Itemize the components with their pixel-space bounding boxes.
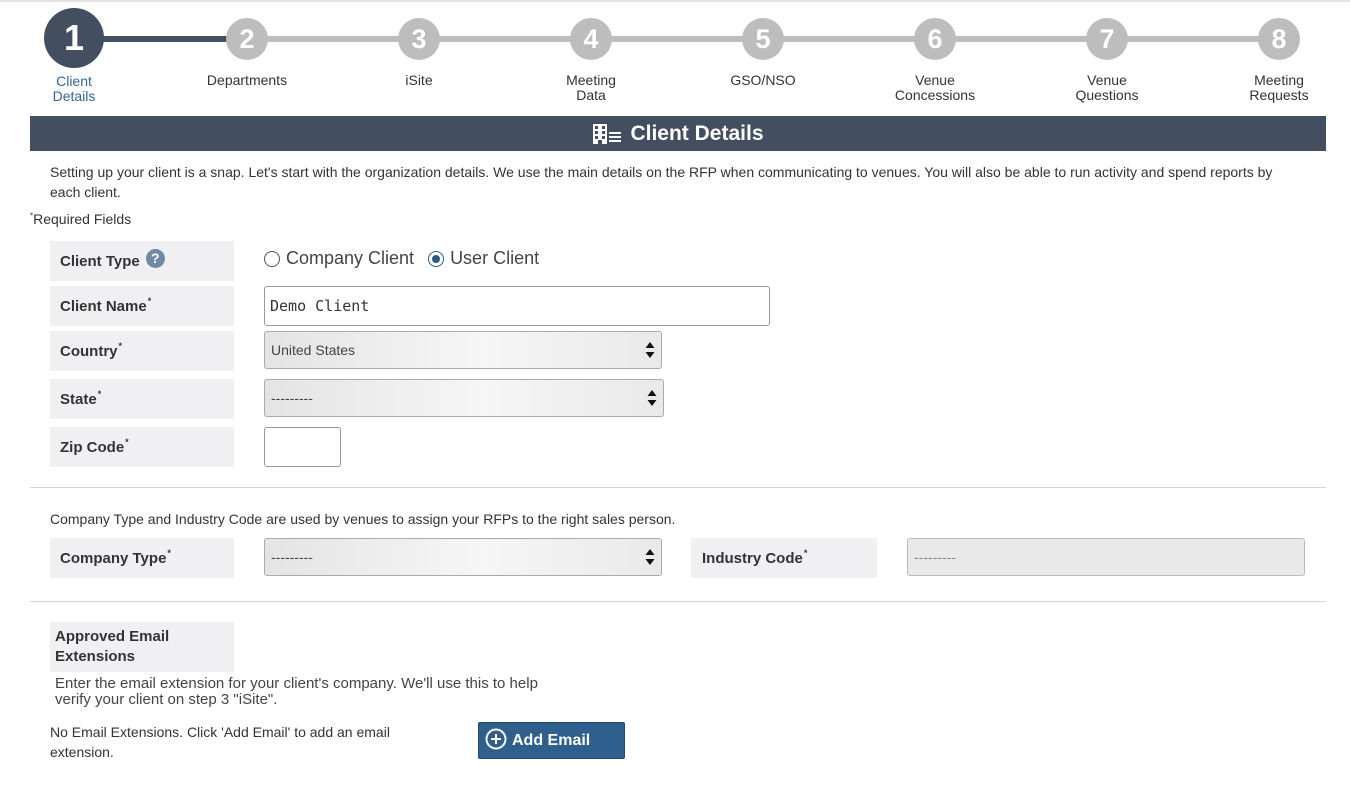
radio-user-client[interactable]: User Client bbox=[428, 248, 539, 269]
client-type-label: Client Type ? bbox=[50, 241, 234, 281]
email-extension-help-text: Enter the email extension for your clien… bbox=[55, 675, 538, 708]
divider bbox=[30, 487, 1326, 488]
section-header: Client Details bbox=[30, 116, 1326, 151]
step-number: 7 bbox=[1086, 18, 1128, 60]
step-number: 1 bbox=[44, 8, 104, 68]
client-name-input[interactable]: Demo Client bbox=[264, 286, 770, 326]
step-venue-questions[interactable]: 7 Venue Questions bbox=[1037, 0, 1177, 103]
step-departments[interactable]: 2 Departments bbox=[177, 0, 317, 88]
step-number: 2 bbox=[226, 18, 268, 60]
country-select[interactable]: United States bbox=[264, 331, 662, 369]
plus-circle-icon bbox=[485, 728, 507, 749]
client-name-label: Client Name * bbox=[50, 286, 234, 326]
step-label: Client Details bbox=[52, 73, 96, 104]
radio-circle[interactable] bbox=[264, 250, 280, 267]
company-type-select[interactable]: --------- bbox=[264, 538, 662, 576]
country-label: Country * bbox=[50, 331, 234, 371]
state-select[interactable]: --------- bbox=[264, 379, 664, 417]
zip-code-input[interactable] bbox=[264, 427, 341, 467]
industry-code-input: --------- bbox=[907, 538, 1305, 576]
no-email-extensions-text: No Email Extensions. Click 'Add Email' t… bbox=[50, 724, 390, 760]
add-email-button[interactable]: Add Email bbox=[478, 722, 625, 759]
step-label: iSite bbox=[405, 72, 433, 88]
intro-text: Setting up your client is a snap. Let's … bbox=[50, 164, 1273, 200]
step-meeting-data[interactable]: 4 Meeting Data bbox=[521, 0, 661, 103]
zip-code-label: Zip Code * bbox=[50, 427, 234, 467]
building-list-icon bbox=[592, 123, 622, 145]
section-title: Client Details bbox=[630, 121, 764, 145]
help-icon[interactable]: ? bbox=[145, 248, 165, 268]
company-section-note: Company Type and Industry Code are used … bbox=[50, 511, 676, 527]
required-fields-note: *Required Fields bbox=[30, 211, 132, 227]
select-arrows-icon bbox=[647, 390, 657, 406]
step-isite[interactable]: 3 iSite bbox=[349, 0, 489, 88]
step-label: Meeting Data bbox=[566, 72, 616, 103]
radio-company-client[interactable]: Company Client bbox=[264, 248, 414, 269]
step-number: 3 bbox=[398, 18, 440, 60]
step-number: 8 bbox=[1258, 18, 1300, 60]
client-type-radio-group: Company Client User Client bbox=[264, 248, 553, 269]
step-gso-nso[interactable]: 5 GSO/NSO bbox=[693, 0, 833, 88]
step-label: Departments bbox=[206, 72, 288, 88]
step-meeting-requests[interactable]: 8 Meeting Requests bbox=[1209, 0, 1349, 103]
select-arrows-icon bbox=[645, 342, 655, 358]
divider bbox=[30, 601, 1326, 602]
step-number: 4 bbox=[570, 18, 612, 60]
step-label: GSO/NSO bbox=[730, 72, 796, 88]
wizard-stepper: 1 Client Details 2 Departments 3 iSite 4… bbox=[0, 0, 1350, 112]
radio-circle-selected[interactable] bbox=[428, 250, 445, 267]
step-label: Venue Concessions bbox=[894, 72, 976, 103]
state-label: State * bbox=[50, 379, 234, 419]
step-venue-concessions[interactable]: 6 Venue Concessions bbox=[865, 0, 1005, 103]
step-label: Venue Questions bbox=[1075, 72, 1139, 103]
select-arrows-icon bbox=[645, 549, 655, 565]
step-client-details[interactable]: 1 Client Details bbox=[4, 0, 144, 104]
industry-code-label: Industry Code * bbox=[691, 538, 877, 578]
company-type-label: Company Type * bbox=[50, 538, 234, 578]
approved-email-extensions-label: Approved Email Extensions bbox=[50, 622, 234, 672]
step-number: 6 bbox=[914, 18, 956, 60]
step-number: 5 bbox=[742, 18, 784, 60]
step-label: Meeting Requests bbox=[1249, 72, 1309, 103]
